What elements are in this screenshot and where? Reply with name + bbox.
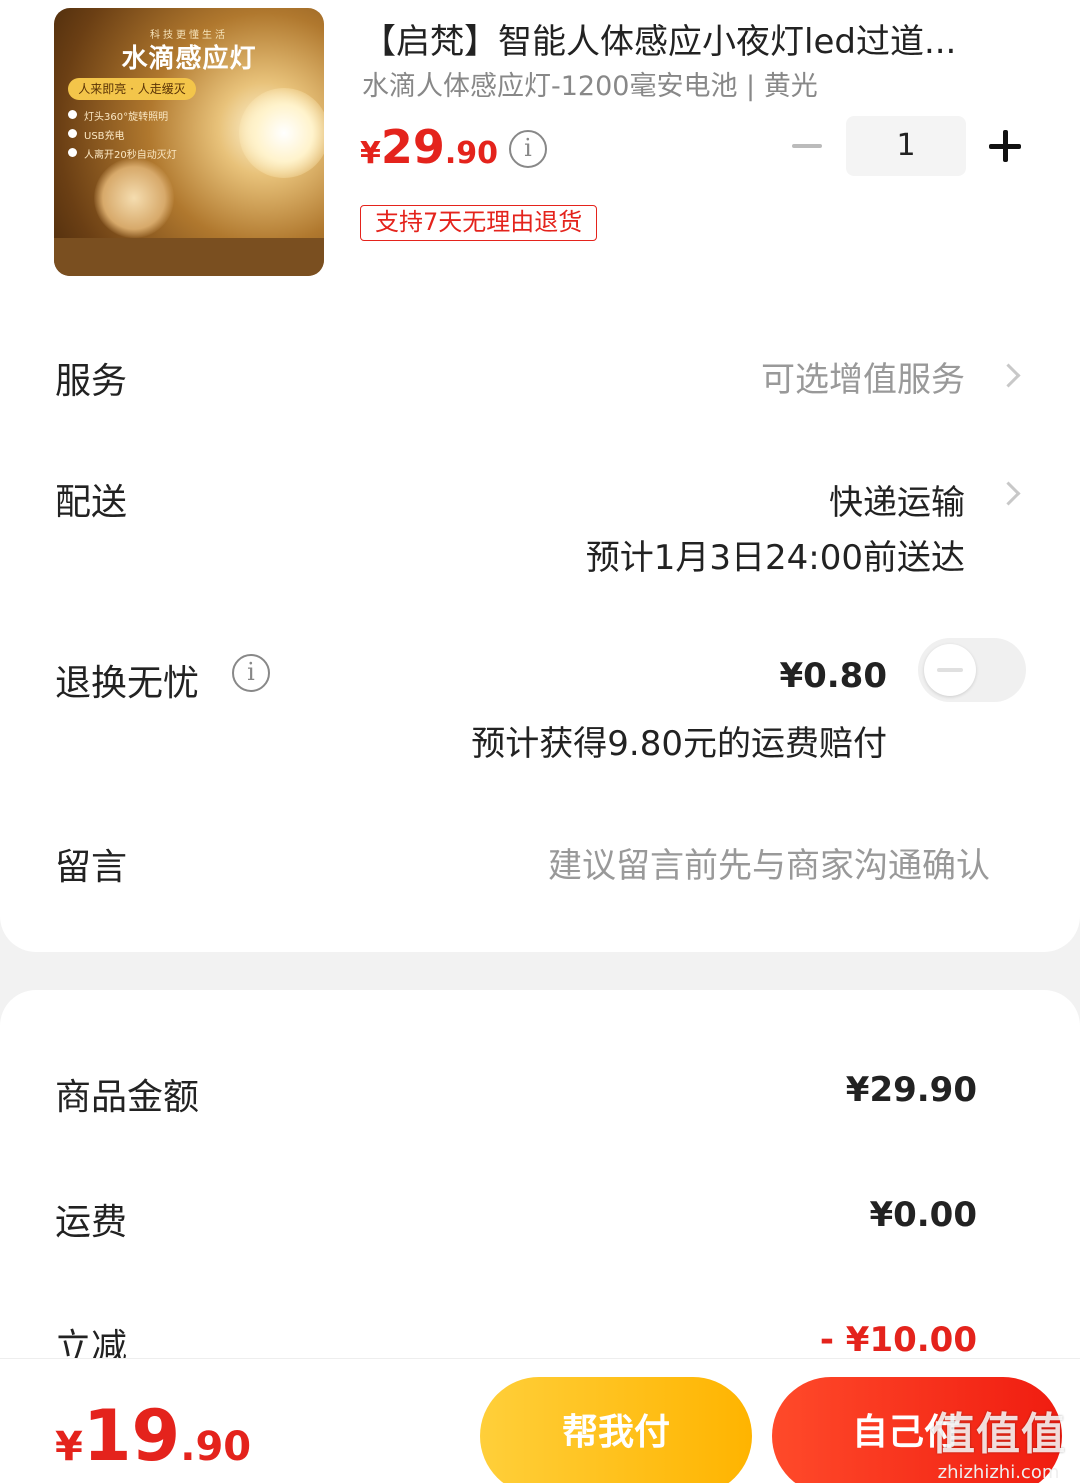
goods-amount-value: ¥29.90	[845, 1070, 977, 1110]
return-insurance-price: ¥0.80	[779, 656, 887, 696]
toggle-knob	[924, 644, 976, 696]
shipping-label: 运费	[55, 1202, 128, 1243]
quantity-input[interactable]: 1	[846, 116, 966, 176]
price-symbol: ¥	[360, 136, 381, 171]
total-integer: 19	[82, 1395, 181, 1477]
thumbnail-headline: 水滴感应灯	[121, 44, 257, 74]
lamp-glow	[239, 88, 324, 178]
table-surface	[54, 238, 324, 276]
message-label: 留言	[55, 847, 128, 888]
thumbnail-feature-list: 灯头360°旋转照明 USB充电 人离开20秒自动灭灯	[68, 108, 177, 165]
service-label: 服务	[55, 361, 128, 402]
info-icon[interactable]: i	[232, 654, 270, 692]
discount-value: - ¥10.00	[819, 1320, 977, 1360]
watermark-url: zhizhizhi.com	[937, 1462, 1060, 1483]
delivery-method: 快递运输	[829, 483, 965, 523]
minus-icon[interactable]	[788, 128, 828, 164]
return-policy-badge: 支持7天无理由退货	[360, 205, 598, 241]
price-integer: 29	[380, 120, 445, 174]
shipping-value: ¥0.00	[869, 1195, 977, 1235]
checkout-bar: ¥19.90 帮我付 自己付	[0, 1358, 1080, 1483]
order-details-card: 科技更懂生活 水滴感应灯 人来即亮 · 人走缓灭 灯头360°旋转照明 USB充…	[0, 0, 1080, 952]
goods-amount-label: 商品金额	[55, 1077, 200, 1118]
total-price: ¥19.90	[55, 1395, 251, 1477]
return-insurance-note: 预计获得9.80元的运费赔付	[471, 724, 887, 764]
return-insurance-label: 退换无忧	[55, 663, 200, 704]
plus-icon[interactable]	[986, 126, 1026, 166]
watermark: 值值值 zhizhizhi.com	[931, 1398, 1066, 1483]
delivery-label: 配送	[55, 482, 128, 523]
thumbnail-pill: 人来即亮 · 人走缓灭	[68, 78, 196, 100]
flower-decoration	[94, 158, 174, 238]
total-decimal: .90	[180, 1424, 252, 1470]
thumbnail-feature: 灯头360°旋转照明	[68, 108, 177, 123]
product-price: ¥29.90	[360, 120, 498, 174]
service-value: 可选增值服务	[761, 360, 965, 400]
product-thumbnail[interactable]: 科技更懂生活 水滴感应灯 人来即亮 · 人走缓灭 灯头360°旋转照明 USB充…	[54, 8, 324, 276]
message-input[interactable]: 建议留言前先与商家沟通确认	[548, 838, 990, 887]
price-decimal: .90	[444, 136, 499, 171]
total-symbol: ¥	[55, 1424, 83, 1470]
chevron-right-icon	[1000, 480, 1018, 510]
return-insurance-toggle[interactable]	[918, 638, 1026, 702]
chevron-right-icon	[1000, 362, 1018, 392]
watermark-brand: 值值值	[931, 1409, 1066, 1460]
thumbnail-feature: USB充电	[68, 127, 177, 142]
delivery-eta: 预计1月3日24:00前送达	[585, 538, 965, 578]
info-icon[interactable]: i	[509, 130, 547, 168]
help-me-pay-button[interactable]: 帮我付	[480, 1377, 752, 1483]
product-sku[interactable]: 水滴人体感应灯-1200毫安电池 | 黄光	[362, 64, 818, 103]
product-title[interactable]: 【启梵】智能人体感应小夜灯led过道...	[362, 14, 1052, 63]
